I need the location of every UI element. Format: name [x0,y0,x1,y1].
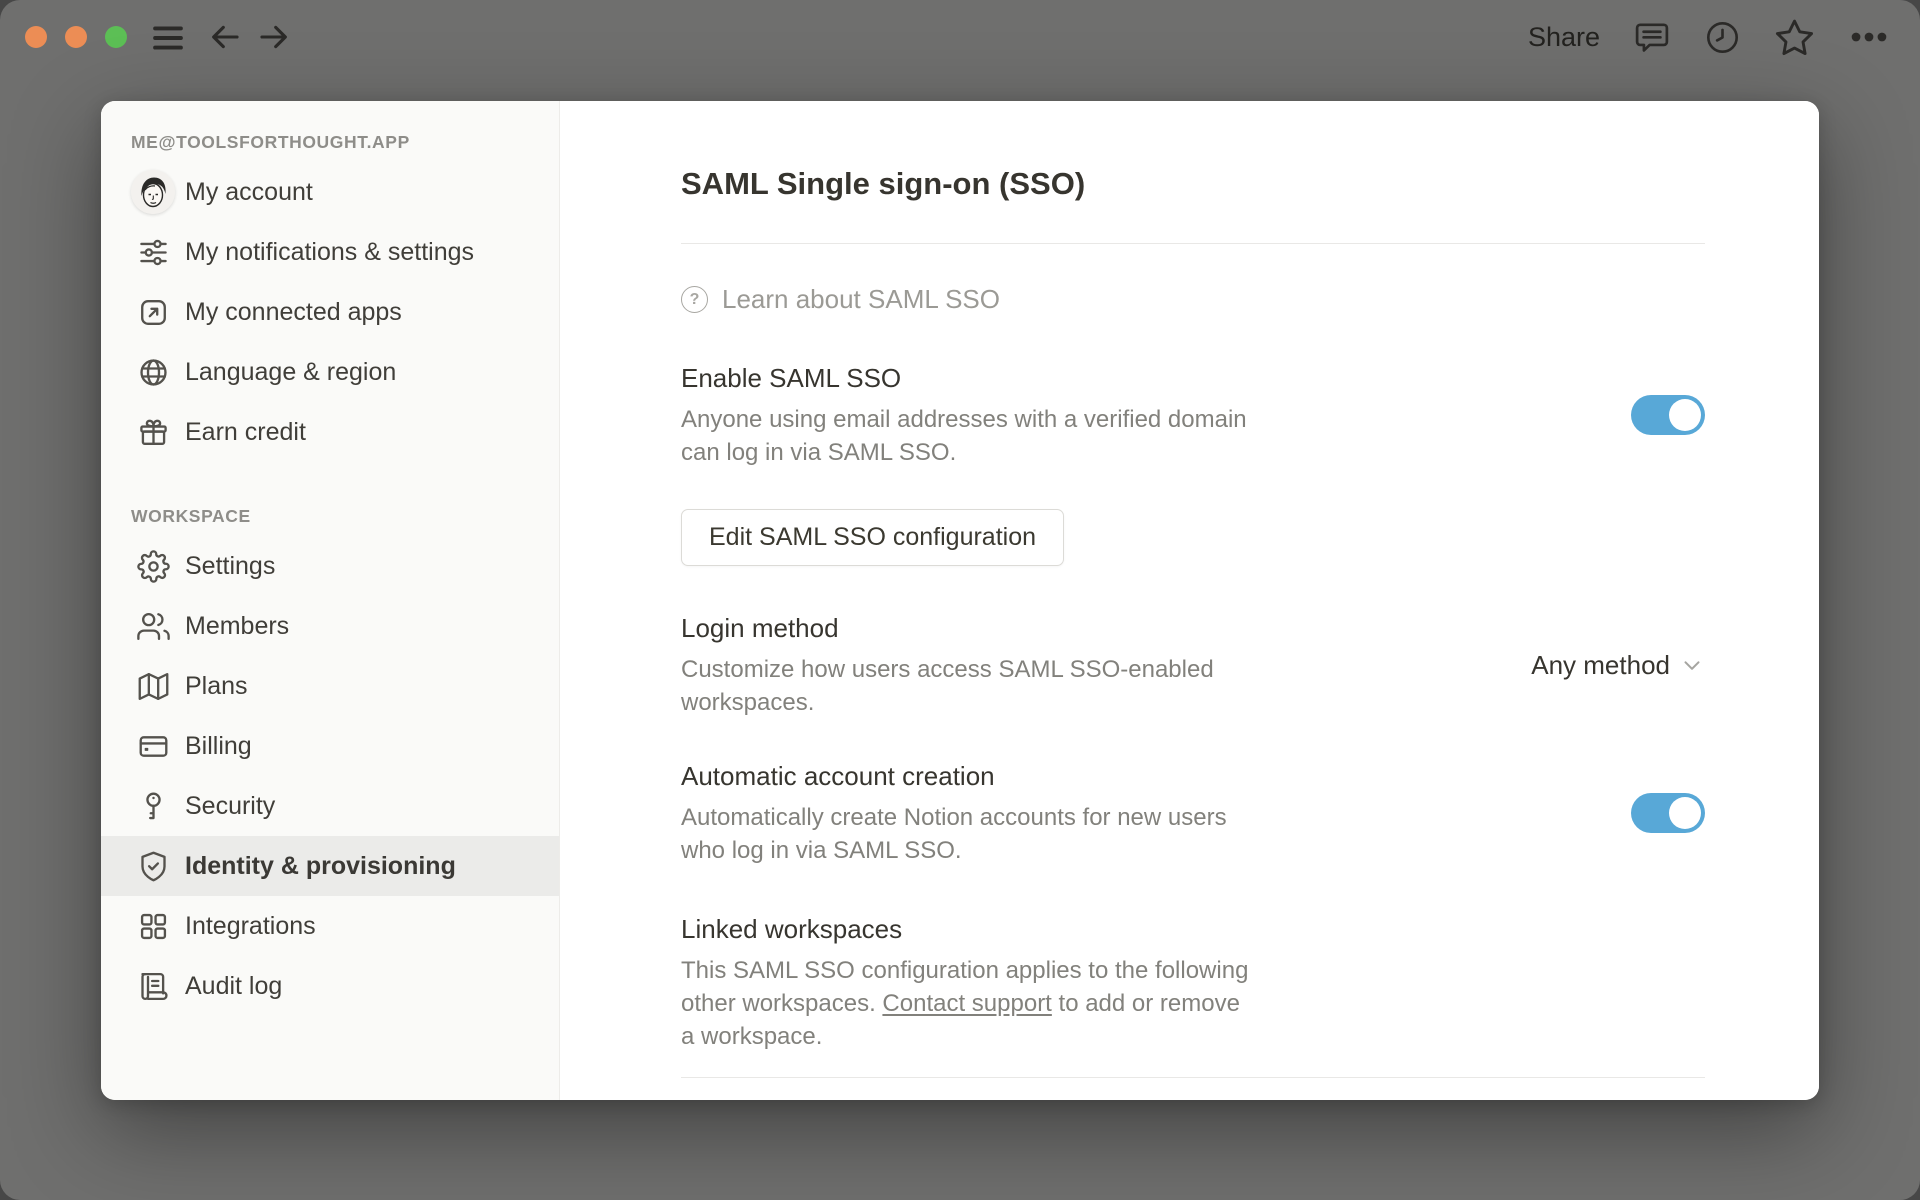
auto-account-description: Automatically create Notion accounts for… [681,804,1227,864]
learn-link-label: Learn about SAML SSO [722,284,1000,314]
app-window: Share ME@TOOLSFORTHOUGHT.APP My account … [0,0,1920,1200]
sidebar-item-security[interactable]: Security [101,776,559,836]
divider [681,1077,1705,1078]
titlebar: Share [0,0,1920,74]
globe-icon [131,350,175,394]
people-icon [131,604,175,648]
sidebar-item-language-region[interactable]: Language & region [101,342,559,402]
sidebar-item-audit-log[interactable]: Audit log [101,956,559,1016]
key-icon [131,784,175,828]
linked-workspaces-heading: Linked workspaces [681,914,903,944]
auto-account-heading: Automatic account creation [681,761,995,791]
login-method-heading: Login method [681,613,839,643]
zoom-window-button[interactable] [105,26,127,48]
automatic-account-creation-row: Automatic account creation Automatically… [681,759,1705,867]
forward-arrow-icon[interactable] [257,20,291,54]
settings-sidebar: ME@TOOLSFORTHOUGHT.APP My account My not… [101,101,560,1100]
scroll-icon [131,964,175,1008]
learn-about-saml-link[interactable]: ? Learn about SAML SSO [681,284,1000,315]
back-arrow-icon[interactable] [208,20,242,54]
gift-icon [131,410,175,454]
toggle-knob [1669,399,1701,431]
toggle-knob [1669,797,1701,829]
auto-account-toggle[interactable] [1631,793,1705,833]
sidebar-item-my-account[interactable]: My account [101,162,559,222]
arrow-up-right-box-icon [131,290,175,334]
contact-support-link[interactable]: Contact support [882,990,1051,1017]
traffic-lights [25,26,127,48]
question-circle-icon: ? [681,286,708,313]
sidebar-item-members[interactable]: Members [101,596,559,656]
titlebar-actions: Share [1528,0,1890,74]
credit-card-icon [131,724,175,768]
sidebar-item-plans[interactable]: Plans [101,656,559,716]
sidebar-item-earn-credit[interactable]: Earn credit [101,402,559,462]
linked-workspaces-description: This SAML SSO configuration applies to t… [681,957,1249,1050]
sidebar-item-identity-provisioning[interactable]: Identity & provisioning [101,836,559,896]
edit-saml-config-button[interactable]: Edit SAML SSO configuration [681,509,1065,566]
sidebar-item-notifications-settings[interactable]: My notifications & settings [101,222,559,282]
sidebar-item-billing[interactable]: Billing [101,716,559,776]
account-section-header: ME@TOOLSFORTHOUGHT.APP [131,132,410,152]
sidebar-item-integrations[interactable]: Integrations [101,896,559,956]
sidebar-item-connected-apps[interactable]: My connected apps [101,282,559,342]
enable-saml-toggle[interactable] [1631,395,1705,435]
login-method-row: Login method Customize how users access … [681,611,1705,719]
enable-saml-sso-row: Enable SAML SSO Anyone using email addre… [681,361,1705,469]
enable-saml-description: Anyone using email addresses with a veri… [681,406,1247,466]
history-clock-icon[interactable] [1704,19,1741,56]
linked-workspaces-section: Linked workspaces This SAML SSO configur… [681,912,1705,1053]
sidebar-item-settings[interactable]: Settings [101,536,559,596]
grid-squares-icon [131,904,175,948]
settings-modal: ME@TOOLSFORTHOUGHT.APP My account My not… [101,101,1819,1100]
more-ellipsis-icon[interactable] [1848,16,1890,58]
workspace-section-header: WORKSPACE [131,506,251,526]
login-method-dropdown[interactable]: Any method [1531,650,1705,681]
menu-icon[interactable] [150,20,186,56]
settings-content: SAML Single sign-on (SSO) ? Learn about … [560,101,1819,1100]
chevron-down-icon [1679,652,1705,678]
page-title: SAML Single sign-on (SSO) [681,166,1086,201]
enable-saml-heading: Enable SAML SSO [681,363,902,393]
gear-icon [131,544,175,588]
favorite-star-icon[interactable] [1774,17,1815,58]
login-method-value: Any method [1531,649,1670,680]
shield-check-icon [131,844,175,888]
comments-icon[interactable] [1633,18,1671,56]
sliders-icon [131,230,175,274]
share-button[interactable]: Share [1528,22,1600,53]
close-window-button[interactable] [25,26,47,48]
map-icon [131,664,175,708]
minimize-window-button[interactable] [65,26,87,48]
divider [681,243,1705,244]
avatar [131,170,175,214]
login-method-description: Customize how users access SAML SSO-enab… [681,656,1214,716]
